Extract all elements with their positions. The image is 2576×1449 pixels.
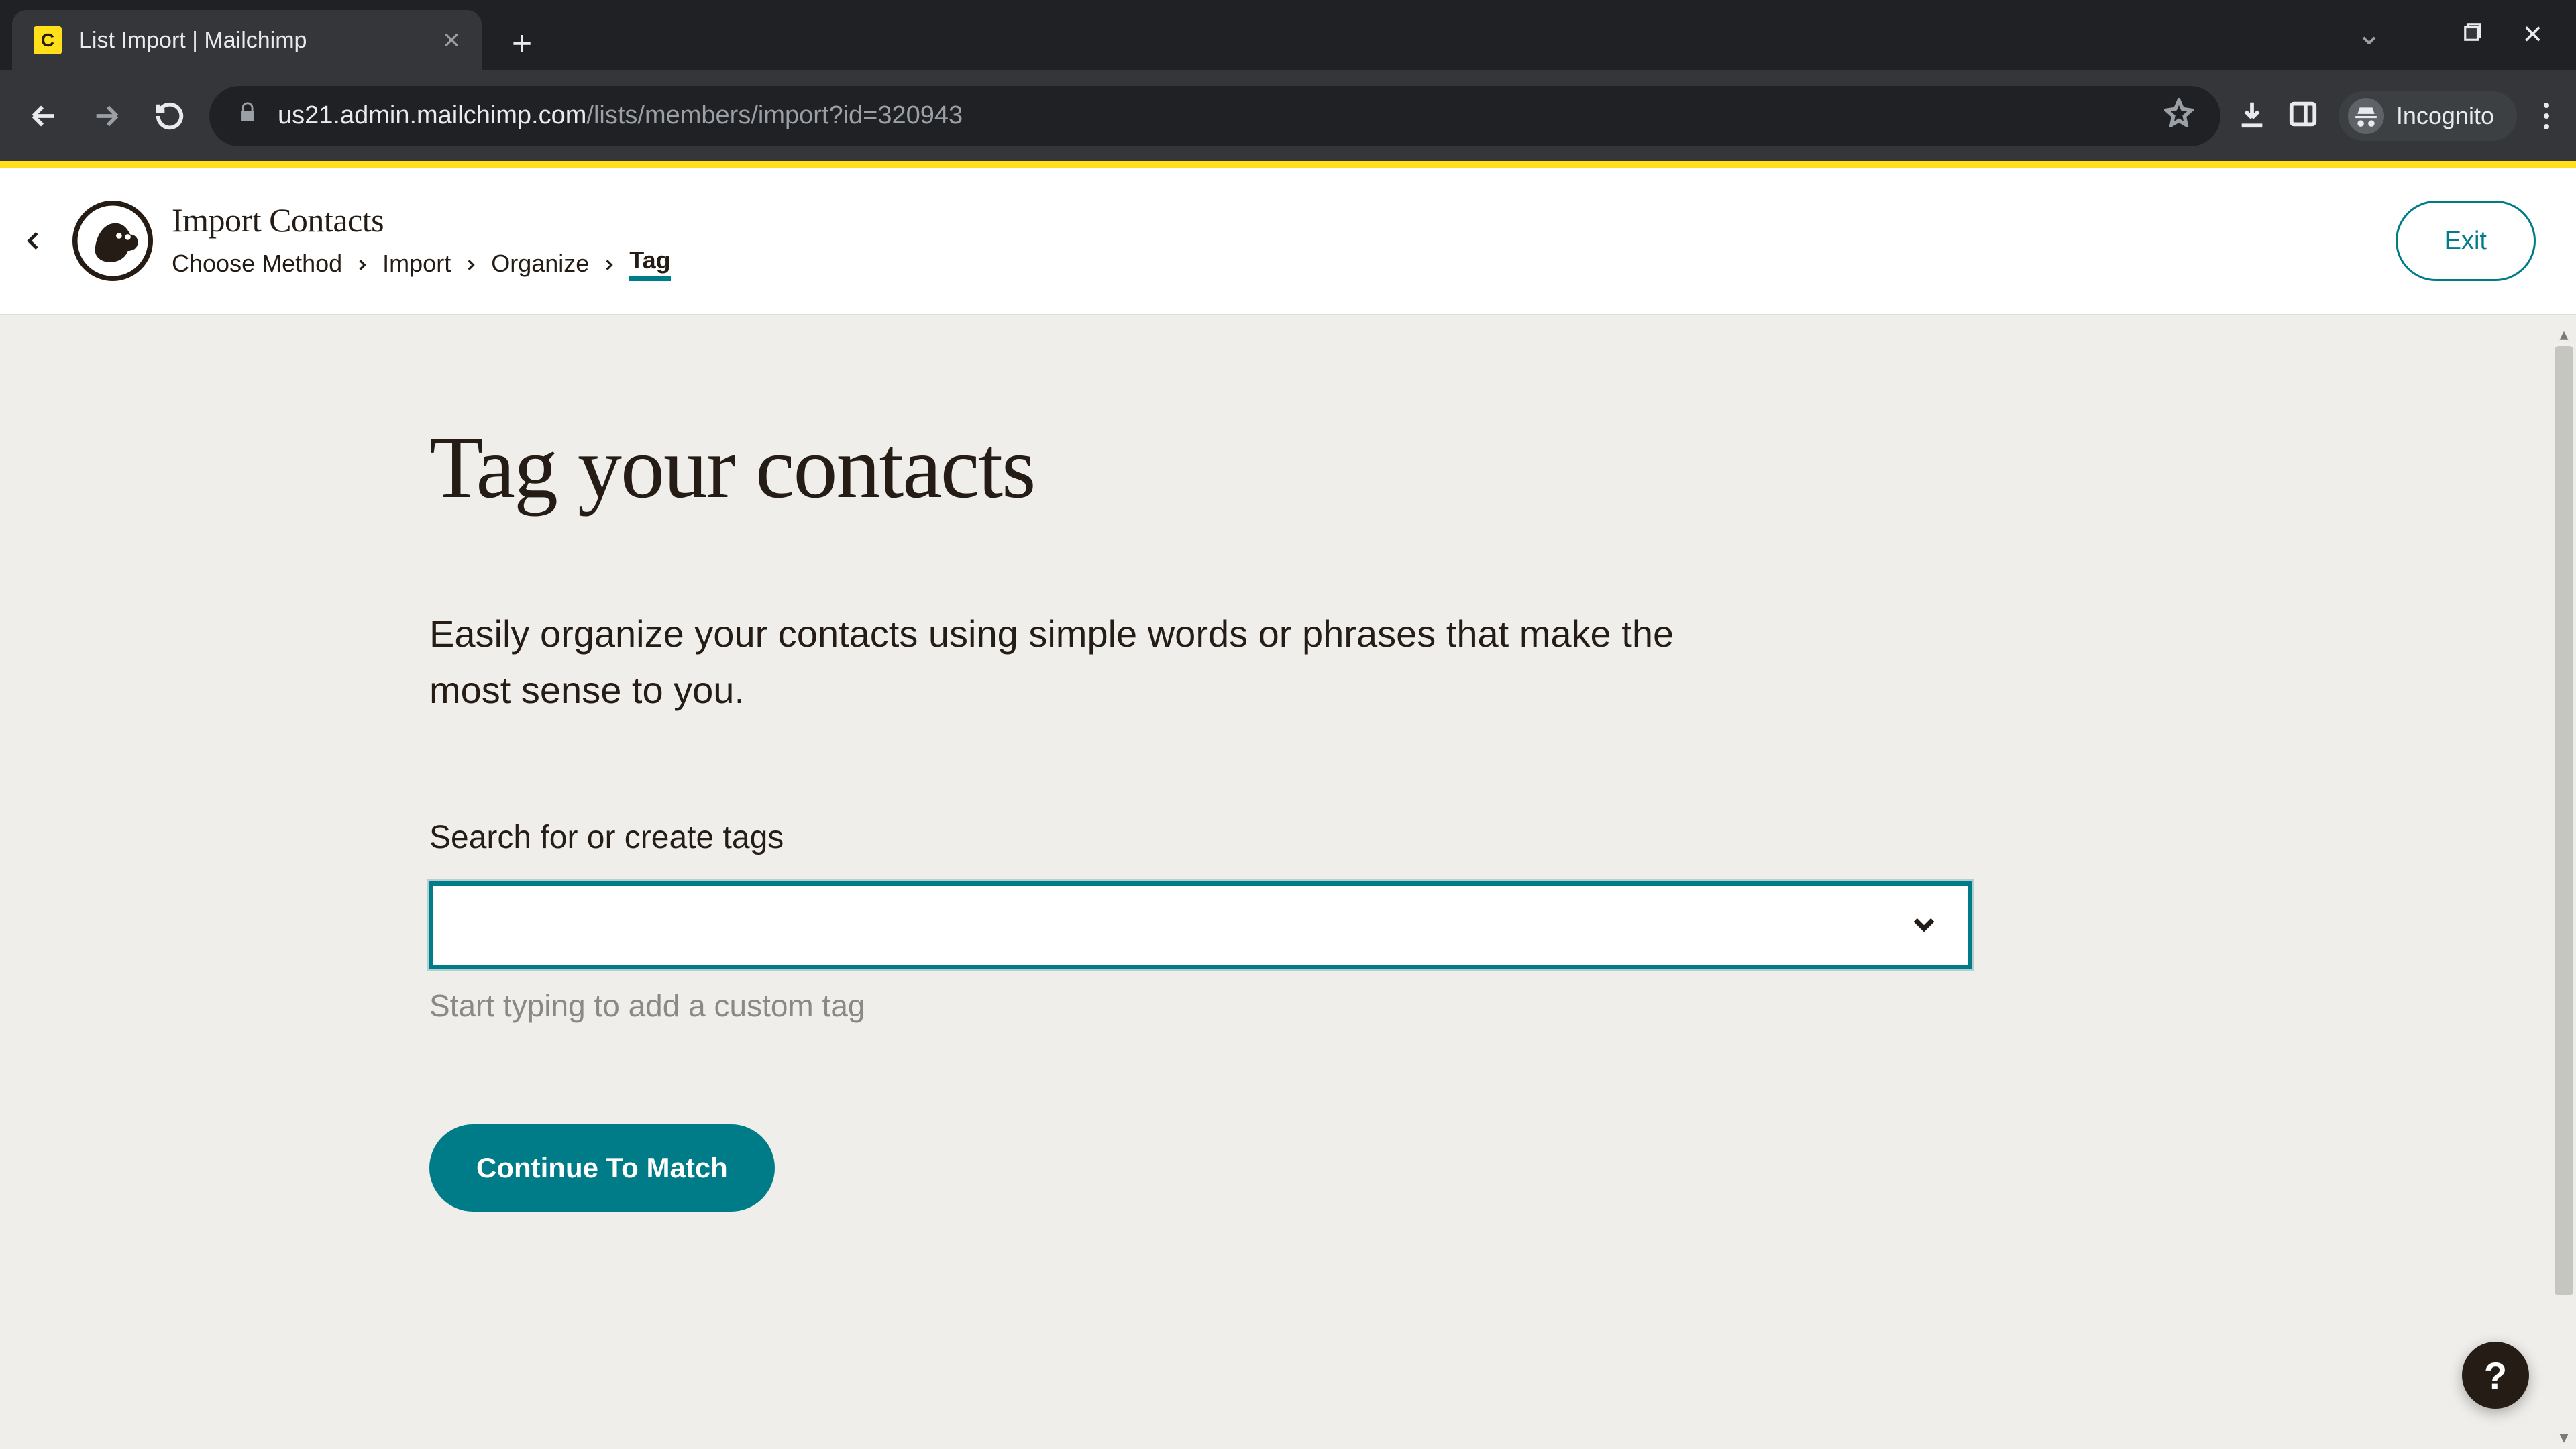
breadcrumb-step-organize[interactable]: Organize (491, 250, 589, 278)
incognito-chip[interactable]: Incognito (2339, 91, 2517, 141)
app-page: Import Contacts Choose Method Import Org… (0, 161, 2576, 1449)
window-maximize-icon[interactable] (2463, 19, 2483, 49)
scrollbar-thumb[interactable] (2555, 346, 2573, 1295)
tags-hint: Start typing to add a custom tag (429, 987, 1717, 1024)
close-tab-icon[interactable]: × (443, 25, 460, 55)
lock-icon (236, 101, 259, 131)
incognito-label: Incognito (2396, 102, 2494, 130)
breadcrumb: Choose Method Import Organize Tag (172, 246, 671, 281)
content-area: Tag your contacts Easily organize your c… (0, 322, 2552, 1449)
wizard-title: Import Contacts (172, 201, 671, 239)
tags-field-label: Search for or create tags (429, 819, 1717, 856)
mailchimp-logo-icon[interactable] (72, 201, 153, 281)
url-text: us21.admin.mailchimp.com/lists/members/i… (278, 101, 963, 130)
nav-reload-icon[interactable] (146, 93, 193, 140)
page-subtitle: Easily organize your contacts using simp… (429, 606, 1717, 718)
window-close-icon[interactable]: × (2523, 14, 2542, 53)
page-title: Tag your contacts (429, 416, 1717, 519)
vertical-scrollbar[interactable]: ▴ ▾ (2552, 322, 2576, 1449)
chevron-down-icon[interactable] (1909, 909, 1939, 942)
exit-button[interactable]: Exit (2396, 201, 2536, 281)
url-host: us21.admin.mailchimp.com (278, 101, 586, 129)
scroll-up-icon[interactable]: ▴ (2552, 322, 2576, 346)
browser-toolbar: us21.admin.mailchimp.com/lists/members/i… (0, 70, 2576, 161)
downloads-icon[interactable] (2237, 99, 2267, 133)
wizard-back-icon[interactable] (13, 201, 54, 281)
new-tab-button[interactable]: + (495, 17, 549, 70)
breadcrumb-step-choose-method[interactable]: Choose Method (172, 250, 342, 278)
incognito-icon (2348, 98, 2384, 134)
chevron-right-icon (356, 250, 369, 278)
breadcrumb-step-tag: Tag (629, 246, 670, 281)
wizard-header: Import Contacts Choose Method Import Org… (0, 168, 2576, 315)
tags-input[interactable] (463, 908, 1909, 942)
window-controls: ⌄ × (2356, 0, 2576, 67)
breadcrumb-step-import[interactable]: Import (382, 250, 451, 278)
nav-forward-icon[interactable] (83, 93, 130, 140)
tab-strip: C List Import | Mailchimp × + ⌄ × (0, 0, 2576, 70)
tags-combobox[interactable] (429, 881, 1972, 969)
tab-search-icon[interactable]: ⌄ (2356, 15, 2382, 52)
tab-title: List Import | Mailchimp (79, 28, 307, 54)
continue-button[interactable]: Continue To Match (429, 1124, 775, 1212)
chevron-right-icon (464, 250, 478, 278)
toolbar-right: Incognito (2237, 91, 2556, 141)
help-fab[interactable]: ? (2462, 1342, 2529, 1409)
wizard-header-text: Import Contacts Choose Method Import Org… (172, 201, 671, 281)
address-bar[interactable]: us21.admin.mailchimp.com/lists/members/i… (209, 86, 2220, 146)
chevron-right-icon (602, 250, 616, 278)
scroll-down-icon[interactable]: ▾ (2552, 1425, 2576, 1449)
url-path: /lists/members/import?id=320943 (586, 101, 963, 129)
browser-chrome: C List Import | Mailchimp × + ⌄ × (0, 0, 2576, 161)
scrollbar-track[interactable] (2552, 346, 2576, 1425)
browser-tab[interactable]: C List Import | Mailchimp × (12, 10, 482, 70)
browser-menu-icon[interactable] (2537, 103, 2556, 129)
mailchimp-favicon-icon: C (34, 26, 62, 54)
bookmark-star-icon[interactable] (2164, 98, 2194, 134)
side-panel-icon[interactable] (2288, 99, 2318, 133)
nav-back-icon[interactable] (20, 93, 67, 140)
